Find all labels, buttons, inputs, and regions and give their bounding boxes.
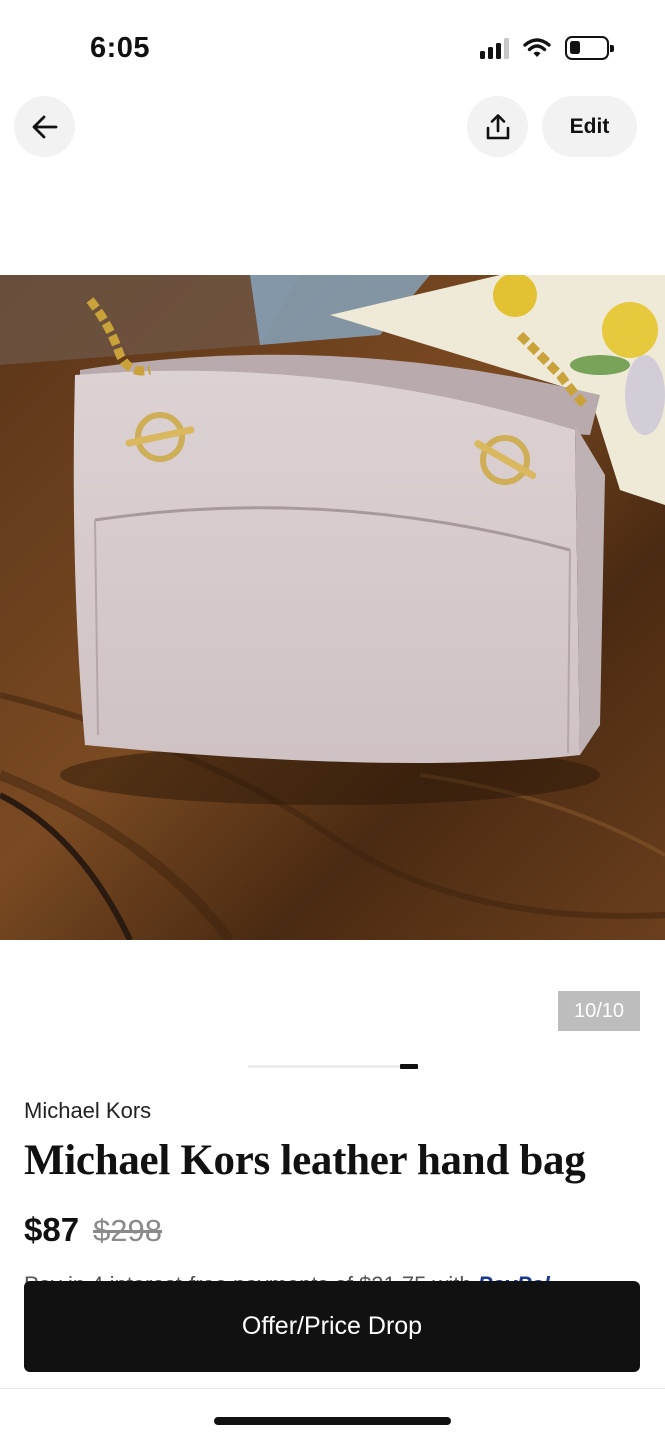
wifi-icon [523,38,551,57]
handbag-photo-image [0,275,665,940]
listing-photo[interactable] [0,275,665,940]
share-upload-icon [486,113,509,139]
carousel-progress-track [248,1065,418,1068]
carousel-progress-indicator [400,1064,418,1069]
product-title: Michael Kors leather hand bag [24,1137,586,1184]
bottom-divider [0,1388,665,1389]
original-price: $298 [93,1213,163,1248]
current-price: $87 [24,1211,80,1248]
share-button[interactable] [467,96,528,157]
edit-button[interactable]: Edit [542,96,637,157]
home-indicator [214,1417,451,1425]
status-bar: 6:05 [0,0,665,96]
cellular-signal-icon [480,37,509,59]
back-button[interactable] [14,96,75,157]
status-icons [480,36,614,60]
offer-price-drop-button[interactable]: Offer/Price Drop [24,1281,640,1372]
nav-bar: Edit [0,96,665,160]
price-row: $87 $298 [24,1211,162,1249]
arrow-left-icon [32,115,57,138]
status-time: 6:05 [90,32,151,64]
photo-counter-badge: 10/10 [558,991,640,1031]
battery-icon [565,36,614,60]
brand-name[interactable]: Michael Kors [24,1098,151,1124]
